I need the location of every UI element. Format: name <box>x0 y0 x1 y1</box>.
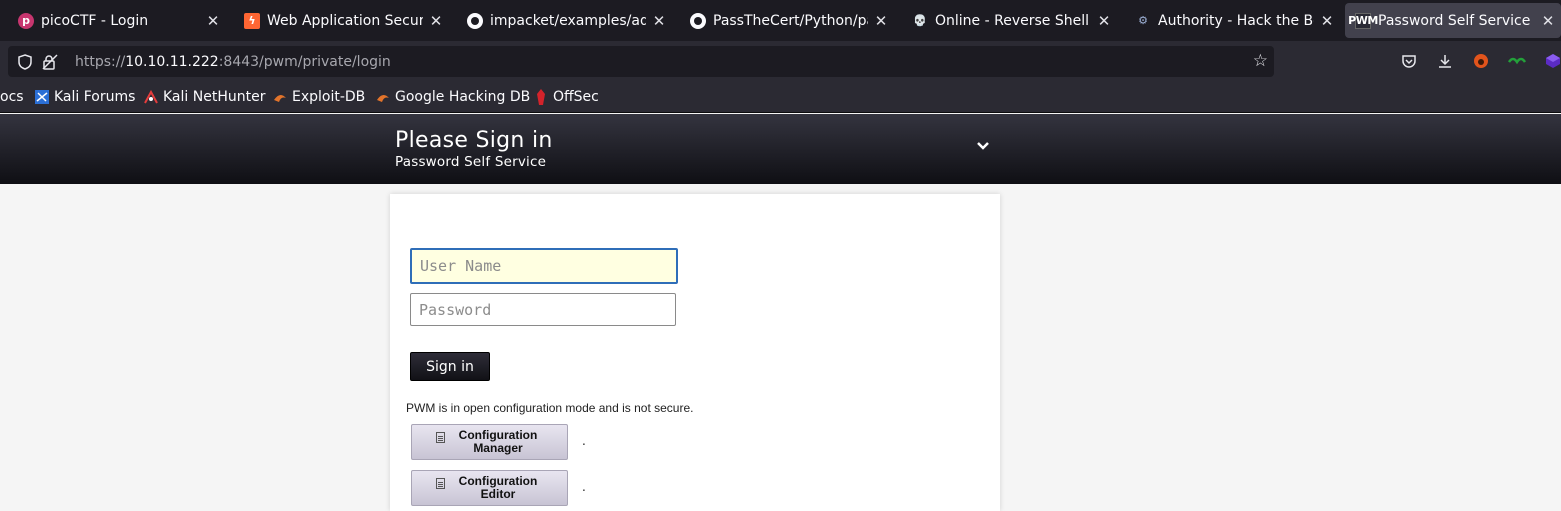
page-subtitle: Password Self Service <box>395 154 547 170</box>
tab-passthecert[interactable]: PassTheCert/Python/pas ✕ <box>672 0 894 41</box>
close-icon[interactable]: ✕ <box>868 12 894 30</box>
close-icon[interactable]: ✕ <box>1535 12 1561 30</box>
password-input[interactable] <box>410 293 676 326</box>
close-icon[interactable]: ✕ <box>200 12 226 30</box>
bookmark-label: OffSec <box>553 89 599 105</box>
tab-impacket[interactable]: impacket/examples/addc ✕ <box>449 0 672 41</box>
pocket-icon[interactable] <box>1400 53 1418 71</box>
configuration-editor-button[interactable]: Configuration Editor <box>411 470 568 506</box>
github-icon <box>690 12 706 29</box>
configuration-manager-label: Configuration Manager <box>458 428 538 455</box>
bookmark-star-icon[interactable]: ☆ <box>1253 53 1268 70</box>
document-icon <box>436 477 445 489</box>
offsec-icon <box>533 89 549 105</box>
extension-foxyproxy-icon[interactable] <box>1472 53 1490 71</box>
tab-title: Online - Reverse Shell Ge <box>935 12 1091 29</box>
was-icon: ϟ <box>244 12 260 29</box>
nethunter-icon <box>143 89 159 105</box>
configuration-manager-button[interactable]: Configuration Manager <box>411 424 568 460</box>
page-header: Please Sign in Password Self Service <box>0 114 1561 184</box>
bookmark-label: Kali Forums <box>54 89 136 105</box>
tab-title: Password Self Service <box>1378 12 1531 29</box>
chevron-down-icon[interactable] <box>974 136 992 154</box>
bookmark-kali-forums[interactable]: Kali Forums <box>34 89 135 105</box>
configuration-editor-label: Configuration Editor <box>458 474 538 501</box>
url-text[interactable]: https://10.10.11.222:8443/pwm/private/lo… <box>75 54 391 70</box>
navigation-bar: https://10.10.11.222:8443/pwm/private/lo… <box>0 41 1561 82</box>
shield-icon[interactable] <box>17 53 33 70</box>
close-icon[interactable]: ✕ <box>646 12 672 30</box>
tab-title: impacket/examples/addc <box>490 12 646 29</box>
username-input[interactable] <box>410 248 678 284</box>
tab-strip: p picoCTF - Login ✕ ϟ Web Application Se… <box>0 0 1561 41</box>
tab-title: Web Application Security <box>267 12 423 29</box>
bookmarks-toolbar: ocs Kali Forums Kali NetHunter Exploit-D… <box>0 82 1561 113</box>
bookmark-label: Kali NetHunter <box>163 89 266 105</box>
bookmark-label: ocs <box>0 89 24 105</box>
separator-dot: . <box>582 434 586 448</box>
ghdb-icon <box>375 89 391 105</box>
extension-cube-icon[interactable] <box>1544 53 1561 71</box>
close-icon[interactable]: ✕ <box>423 12 449 30</box>
tab-authority-htb[interactable]: ⚙ Authority - Hack the Box | ✕ <box>1117 0 1340 41</box>
bookmark-label: Exploit-DB <box>292 89 366 105</box>
tab-title: PassTheCert/Python/pas <box>713 12 868 29</box>
page-title: Please Sign in <box>395 128 553 153</box>
bookmark-google-hacking-db[interactable]: Google Hacking DB <box>375 89 530 105</box>
github-icon <box>467 12 483 29</box>
bookmark-offsec[interactable]: OffSec <box>533 89 599 105</box>
htb-icon: ⚙ <box>1138 14 1148 27</box>
close-icon[interactable]: ✕ <box>1314 12 1340 30</box>
extension-wappalyzer-icon[interactable] <box>1507 53 1527 71</box>
bookmark-label: Google Hacking DB <box>395 89 531 105</box>
sign-in-button[interactable]: Sign in <box>410 352 490 381</box>
bookmark-exploit-db[interactable]: Exploit-DB <box>272 89 365 105</box>
tab-web-app-security[interactable]: ϟ Web Application Security ✕ <box>226 0 449 41</box>
login-panel: Sign in PWM is in open configuration mod… <box>390 194 1000 511</box>
pwm-icon: PWM <box>1348 12 1378 29</box>
tab-password-self-service[interactable]: PWM Password Self Service ✕ <box>1345 3 1561 38</box>
tab-title: picoCTF - Login <box>41 12 149 29</box>
tab-picoctf[interactable]: p picoCTF - Login ✕ <box>0 0 226 41</box>
exploitdb-icon <box>272 89 288 105</box>
lock-warning-icon[interactable] <box>42 53 58 70</box>
config-mode-notice: PWM is in open configuration mode and is… <box>406 401 694 415</box>
bookmark-kali-nethunter[interactable]: Kali NetHunter <box>143 89 265 105</box>
tab-reverse-shell[interactable]: 💀 Online - Reverse Shell Ge ✕ <box>894 0 1117 41</box>
picoctf-icon: p <box>18 12 34 29</box>
close-icon[interactable]: ✕ <box>1091 12 1117 30</box>
kali-icon <box>34 89 50 105</box>
tab-title: Authority - Hack the Box | <box>1158 12 1314 29</box>
bookmark-docs[interactable]: ocs <box>0 89 24 105</box>
download-icon[interactable] <box>1436 53 1454 71</box>
separator-dot: . <box>582 480 586 494</box>
document-icon <box>436 431 445 443</box>
url-bar[interactable]: https://10.10.11.222:8443/pwm/private/lo… <box>8 46 1274 77</box>
skull-icon: 💀 <box>913 14 927 27</box>
